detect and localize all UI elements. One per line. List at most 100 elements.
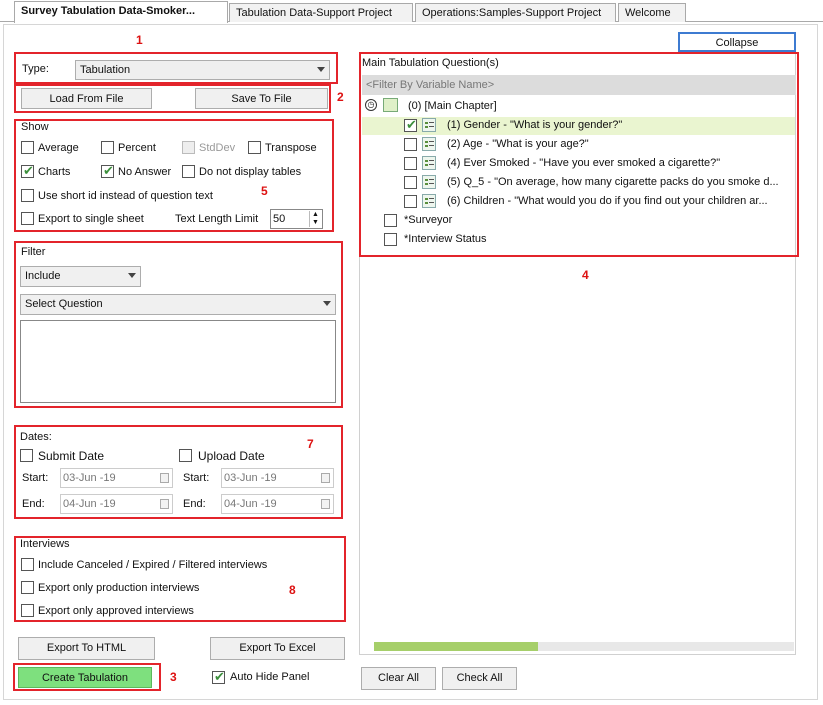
export-html-button[interactable]: Export To HTML	[18, 637, 155, 660]
question-checkbox[interactable]	[404, 195, 417, 208]
submit-date-label: Submit Date	[38, 449, 105, 463]
question-checkbox[interactable]	[404, 138, 417, 151]
question-checkbox[interactable]	[404, 176, 417, 189]
tab-welcome[interactable]: Welcome	[618, 3, 686, 22]
spinner-arrows-icon[interactable]: ▲ ▼	[309, 211, 321, 227]
question-row-gender[interactable]: (1) Gender - "What is your gender?"	[362, 117, 795, 135]
question-label: (1) Gender - "What is your gender?"	[447, 119, 623, 131]
type-value: Tabulation	[80, 64, 131, 76]
question-row-q5[interactable]: (5) Q_5 - "On average, how many cigarett…	[362, 174, 795, 192]
calendar-icon	[321, 473, 330, 483]
save-to-file-button[interactable]: Save To File	[195, 88, 328, 109]
text-length-value: 50	[273, 213, 286, 225]
question-list-icon	[422, 156, 436, 170]
question-row-children[interactable]: (6) Children - "What would you do if you…	[362, 193, 795, 211]
question-list-icon	[422, 137, 436, 151]
horizontal-scrollbar[interactable]	[374, 642, 794, 651]
question-select-value: Select Question	[25, 298, 103, 310]
text-length-label: Text Length Limit	[175, 213, 259, 225]
export-single-checkbox[interactable]	[21, 212, 34, 225]
surveyor-checkbox[interactable]	[384, 214, 397, 227]
main-chapter-row[interactable]: ◷ (0) [Main Chapter]	[365, 98, 795, 116]
interview-status-checkbox[interactable]	[384, 233, 397, 246]
chevron-down-icon	[323, 301, 331, 306]
dates-group-title: Dates:	[18, 431, 54, 443]
filter-mode-select[interactable]: Include	[20, 266, 141, 287]
submit-end-label: End:	[22, 498, 45, 510]
upload-end-date[interactable]: 04-Jun -19	[221, 494, 334, 514]
export-single-label: Export to single sheet	[38, 213, 144, 225]
surveyor-label: *Surveyor	[404, 214, 453, 226]
question-row-ever-smoked[interactable]: (4) Ever Smoked - "Have you ever smoked …	[362, 155, 795, 173]
chevron-down-icon	[317, 67, 325, 72]
type-select[interactable]: Tabulation	[75, 60, 330, 80]
calendar-icon	[321, 499, 330, 509]
question-checkbox[interactable]	[404, 117, 417, 133]
include-canceled-checkbox[interactable]	[21, 558, 34, 571]
tab-label: Welcome	[625, 7, 671, 19]
average-label: Average	[38, 142, 79, 154]
production-only-checkbox[interactable]	[21, 581, 34, 594]
tab-survey-tabulation[interactable]: Survey Tabulation Data-Smoker...	[14, 1, 228, 23]
tab-operations-samples[interactable]: Operations:Samples-Support Project	[415, 3, 616, 22]
chevron-down-icon	[128, 273, 136, 278]
submit-start-label: Start:	[22, 472, 49, 484]
approved-only-checkbox[interactable]	[21, 604, 34, 617]
stddev-label: StdDev	[199, 142, 236, 154]
calendar-icon	[160, 473, 169, 483]
transpose-label: Transpose	[265, 142, 317, 154]
tab-label: Operations:Samples-Support Project	[422, 7, 602, 19]
filter-mode-value: Include	[25, 270, 61, 282]
no-tables-checkbox[interactable]	[182, 165, 195, 178]
question-list-icon	[422, 118, 436, 132]
submit-start-date[interactable]: 03-Jun -19	[60, 468, 173, 488]
text-length-spinner[interactable]: 50 ▲ ▼	[270, 209, 323, 229]
short-id-checkbox[interactable]	[21, 189, 34, 202]
interview-status-row[interactable]: *Interview Status	[362, 231, 795, 249]
export-excel-button[interactable]: Export To Excel	[210, 637, 345, 660]
question-row-age[interactable]: (2) Age - "What is your age?"	[362, 136, 795, 154]
date-value: 04-Jun -19	[224, 498, 277, 510]
percent-checkbox[interactable]	[101, 141, 114, 154]
question-label: (5) Q_5 - "On average, how many cigarett…	[447, 176, 779, 188]
tab-tabulation-support[interactable]: Tabulation Data-Support Project	[229, 3, 413, 22]
surveyor-row[interactable]: *Surveyor	[362, 212, 795, 230]
create-tabulation-button[interactable]: Create Tabulation	[18, 667, 152, 688]
check-all-button[interactable]: Check All	[442, 667, 517, 690]
scrollbar-thumb[interactable]	[374, 642, 538, 651]
date-value: 03-Jun -19	[63, 472, 116, 484]
date-value: 04-Jun -19	[63, 498, 116, 510]
date-value: 03-Jun -19	[224, 472, 277, 484]
numeric-question-icon	[422, 175, 436, 189]
annotation-3: 3	[170, 670, 177, 684]
show-group-title: Show	[19, 121, 51, 133]
annotation-1: 1	[136, 33, 143, 47]
submit-end-date[interactable]: 04-Jun -19	[60, 494, 173, 514]
auto-hide-checkbox[interactable]	[212, 669, 225, 685]
transpose-checkbox[interactable]	[248, 141, 261, 154]
no-answer-checkbox[interactable]	[101, 163, 114, 179]
approved-only-label: Export only approved interviews	[38, 605, 194, 617]
filter-group-title: Filter	[19, 246, 48, 258]
no-tables-label: Do not display tables	[199, 166, 302, 178]
question-label: (2) Age - "What is your age?"	[447, 138, 589, 150]
question-select[interactable]: Select Question	[20, 294, 336, 315]
filter-list-box[interactable]	[20, 320, 336, 403]
auto-hide-label: Auto Hide Panel	[230, 671, 310, 683]
upload-date-checkbox[interactable]	[179, 449, 192, 462]
tab-strip: Survey Tabulation Data-Smoker... Tabulat…	[0, 0, 823, 23]
charts-checkbox[interactable]	[21, 163, 34, 179]
submit-date-checkbox[interactable]	[20, 449, 33, 462]
chapter-list-icon	[383, 98, 398, 112]
variable-filter-input[interactable]: <Filter By Variable Name>	[362, 75, 796, 95]
question-checkbox[interactable]	[404, 157, 417, 170]
questions-title: Main Tabulation Question(s)	[362, 57, 499, 69]
question-label: (4) Ever Smoked - "Have you ever smoked …	[447, 157, 721, 169]
load-from-file-button[interactable]: Load From File	[21, 88, 152, 109]
collapse-node-icon[interactable]: ◷	[365, 99, 377, 111]
stddev-checkbox[interactable]	[182, 141, 195, 154]
collapse-button[interactable]: Collapse	[678, 32, 796, 52]
upload-start-date[interactable]: 03-Jun -19	[221, 468, 334, 488]
clear-all-button[interactable]: Clear All	[361, 667, 436, 690]
average-checkbox[interactable]	[21, 141, 34, 154]
